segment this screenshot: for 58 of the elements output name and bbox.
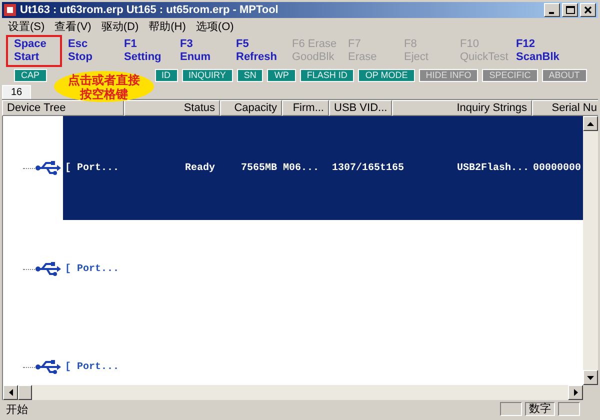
info-button[interactable]: OP MODE (358, 69, 415, 82)
port-label: [ Port... (64, 264, 120, 274)
column-header[interactable]: Capacity (220, 100, 282, 116)
right-arrow-icon (574, 389, 578, 396)
info-button[interactable]: INQUIRY (182, 69, 233, 82)
app-icon (4, 4, 16, 16)
status-pane (558, 402, 580, 416)
maximize-icon (566, 6, 574, 14)
info-button[interactable]: FLASH ID (300, 69, 354, 82)
menu-item[interactable]: 选项(O) (192, 18, 240, 34)
usb-icon (35, 160, 61, 176)
table-cell-text: 1307/165t165 (331, 162, 406, 174)
table-cell-text: 00000000 (532, 162, 582, 174)
tab[interactable]: 16 (2, 85, 32, 99)
menu-item[interactable]: 设置(S) (4, 18, 51, 34)
scroll-right-button[interactable] (568, 385, 583, 400)
table-cell-text: USB2Flash... (456, 162, 530, 174)
menu-item[interactable]: 驱动(D) (97, 18, 145, 34)
toolbar-button[interactable]: F1 Setting (118, 35, 174, 67)
table-cell-text: Ready (184, 162, 216, 174)
close-icon (584, 6, 592, 14)
menu-item[interactable]: 查看(V) (50, 18, 98, 34)
toolbar-button[interactable]: F3 Enum (174, 35, 230, 67)
menu-item[interactable]: 帮助(H) (144, 18, 192, 34)
minimize-button[interactable] (544, 3, 560, 17)
down-arrow-icon (587, 376, 594, 380)
toolbar-button[interactable]: F5 Refresh (230, 35, 286, 67)
status-pane (500, 402, 522, 416)
usb-icon (35, 261, 61, 277)
status-indicator: 数字 (525, 402, 555, 416)
scroll-up-button[interactable] (583, 116, 598, 131)
port-label: [ Port... (64, 362, 120, 372)
column-header[interactable]: Inquiry Strings (392, 100, 532, 116)
column-header[interactable]: USB VID... (329, 100, 392, 116)
scroll-thumb[interactable] (18, 385, 32, 400)
scroll-left-button[interactable] (3, 385, 18, 400)
table-cell-text: 7565MB (240, 162, 278, 174)
toolbar-button[interactable]: Esc Stop (62, 35, 118, 67)
toolbar-button[interactable]: F12 ScanBlk (510, 35, 566, 67)
info-button[interactable]: WP (267, 69, 296, 82)
info-button[interactable]: SN (236, 69, 264, 82)
status-text: 开始 (6, 402, 29, 416)
port-label: [ Port... (64, 162, 120, 174)
maximize-button[interactable] (562, 3, 578, 17)
close-button[interactable] (580, 3, 596, 17)
window-title: Ut163 : ut63rom.erp Ut165 : ut65rom.erp - MPTool (20, 4, 280, 16)
left-arrow-icon (8, 389, 12, 396)
up-arrow-icon (587, 122, 594, 126)
column-header[interactable]: Status (124, 100, 220, 116)
table-cell-text: M06... (282, 162, 320, 174)
selected-row[interactable]: [ Port... Ready 7565MB M06... 1307/165t165 USB2Flash... 00000000 (63, 116, 583, 220)
scroll-down-button[interactable] (583, 370, 598, 385)
callout-text: 点击或者直接按空格键 (67, 72, 141, 100)
column-header[interactable]: Firm... (282, 100, 329, 116)
usb-icon (35, 359, 61, 375)
toolbar-button[interactable]: Space Start (6, 35, 62, 67)
info-button[interactable]: ID (154, 69, 178, 82)
info-button[interactable]: CAP (14, 69, 47, 82)
